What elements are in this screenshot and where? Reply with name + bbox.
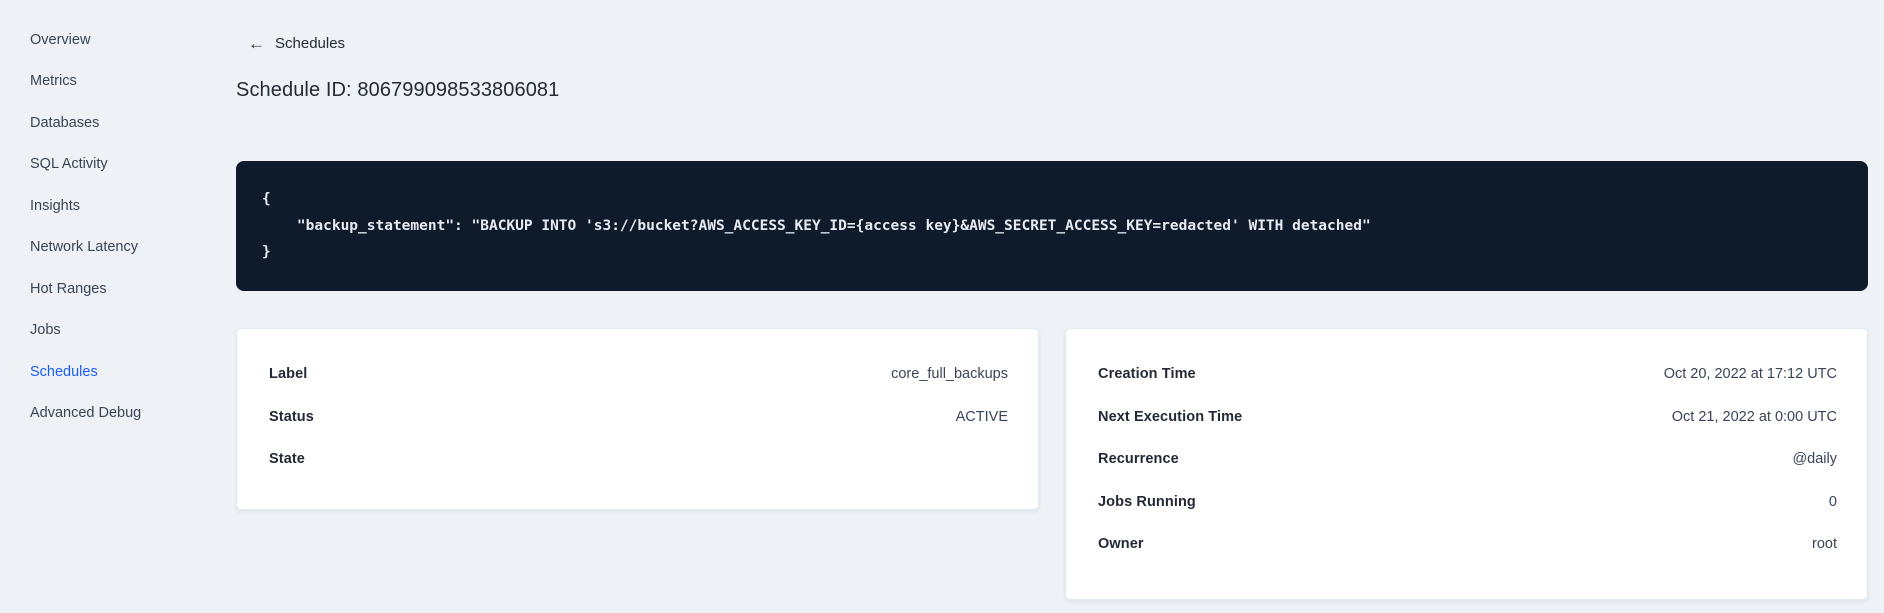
sidebar-item-insights[interactable]: Insights bbox=[0, 185, 236, 227]
back-link-label: Schedules bbox=[275, 35, 346, 52]
sidebar-item-label: Jobs bbox=[30, 322, 61, 339]
row-value: ACTIVE bbox=[955, 408, 1008, 425]
row-label: Recurrence bbox=[1098, 451, 1179, 468]
row-label: Jobs Running bbox=[1098, 493, 1196, 510]
back-to-schedules-link[interactable]: ← Schedules bbox=[248, 35, 345, 52]
sidebar-item-label: Schedules bbox=[30, 363, 98, 380]
detail-row-owner: Owner root bbox=[1098, 523, 1837, 566]
sidebar-item-databases[interactable]: Databases bbox=[0, 102, 236, 144]
back-arrow-icon: ← bbox=[248, 34, 265, 53]
sidebar-item-label: Databases bbox=[30, 114, 100, 131]
detail-row-next-execution-time: Next Execution Time Oct 21, 2022 at 0:00… bbox=[1098, 396, 1837, 439]
schedule-details-card: Label core_full_backups Status ACTIVE St… bbox=[236, 328, 1039, 510]
sidebar-item-label: SQL Activity bbox=[30, 156, 108, 173]
backup-statement-code-block: { "backup_statement": "BACKUP INTO 's3:/… bbox=[236, 161, 1868, 291]
detail-row-status: Status ACTIVE bbox=[269, 396, 1008, 439]
row-label: Next Execution Time bbox=[1098, 408, 1243, 425]
row-value: root bbox=[1812, 536, 1837, 553]
main-content: ← Schedules Schedule ID: 806799098533806… bbox=[236, 0, 1868, 613]
detail-row-creation-time: Creation Time Oct 20, 2022 at 17:12 UTC bbox=[1098, 353, 1837, 396]
sidebar-item-label: Insights bbox=[30, 197, 80, 214]
sidebar-item-label: Advanced Debug bbox=[30, 405, 142, 422]
sidebar-item-hot-ranges[interactable]: Hot Ranges bbox=[0, 268, 236, 310]
row-label: Creation Time bbox=[1098, 366, 1196, 383]
code-line: "backup_statement": "BACKUP INTO 's3://b… bbox=[262, 217, 1371, 234]
row-value: 0 bbox=[1828, 493, 1837, 510]
sidebar-item-jobs[interactable]: Jobs bbox=[0, 310, 236, 352]
row-label: Label bbox=[269, 366, 308, 383]
row-value: Oct 21, 2022 at 0:00 UTC bbox=[1671, 408, 1837, 425]
sidebar-item-metrics[interactable]: Metrics bbox=[0, 61, 236, 103]
row-label: Owner bbox=[1098, 536, 1144, 553]
code-line: } bbox=[262, 244, 271, 260]
sidebar-item-label: Metrics bbox=[30, 73, 77, 90]
sidebar-item-label: Network Latency bbox=[30, 239, 138, 256]
sidebar-item-network-latency[interactable]: Network Latency bbox=[0, 227, 236, 269]
sidebar-item-sql-activity[interactable]: SQL Activity bbox=[0, 144, 236, 186]
row-label: State bbox=[269, 451, 305, 468]
sidebar-nav: Overview Metrics Databases SQL Activity … bbox=[0, 0, 236, 613]
sidebar-item-schedules[interactable]: Schedules bbox=[0, 351, 236, 393]
row-value: Oct 20, 2022 at 17:12 UTC bbox=[1663, 366, 1837, 383]
page-title: Schedule ID: 806799098533806081 bbox=[236, 79, 560, 101]
sidebar-item-label: Overview bbox=[30, 31, 91, 48]
detail-row-label: Label core_full_backups bbox=[269, 353, 1008, 396]
code-line: { bbox=[262, 191, 271, 207]
detail-row-jobs-running: Jobs Running 0 bbox=[1098, 481, 1837, 524]
detail-row-recurrence: Recurrence @daily bbox=[1098, 438, 1837, 481]
row-value: core_full_backups bbox=[891, 366, 1008, 383]
sidebar-item-advanced-debug[interactable]: Advanced Debug bbox=[0, 393, 236, 435]
sidebar-item-label: Hot Ranges bbox=[30, 280, 107, 297]
detail-row-state: State bbox=[269, 438, 1008, 481]
row-label: Status bbox=[269, 408, 314, 425]
schedule-timing-card: Creation Time Oct 20, 2022 at 17:12 UTC … bbox=[1065, 328, 1868, 600]
sidebar-item-overview[interactable]: Overview bbox=[0, 19, 236, 61]
row-value: @daily bbox=[1792, 451, 1837, 468]
detail-cards-row: Label core_full_backups Status ACTIVE St… bbox=[236, 328, 1868, 600]
